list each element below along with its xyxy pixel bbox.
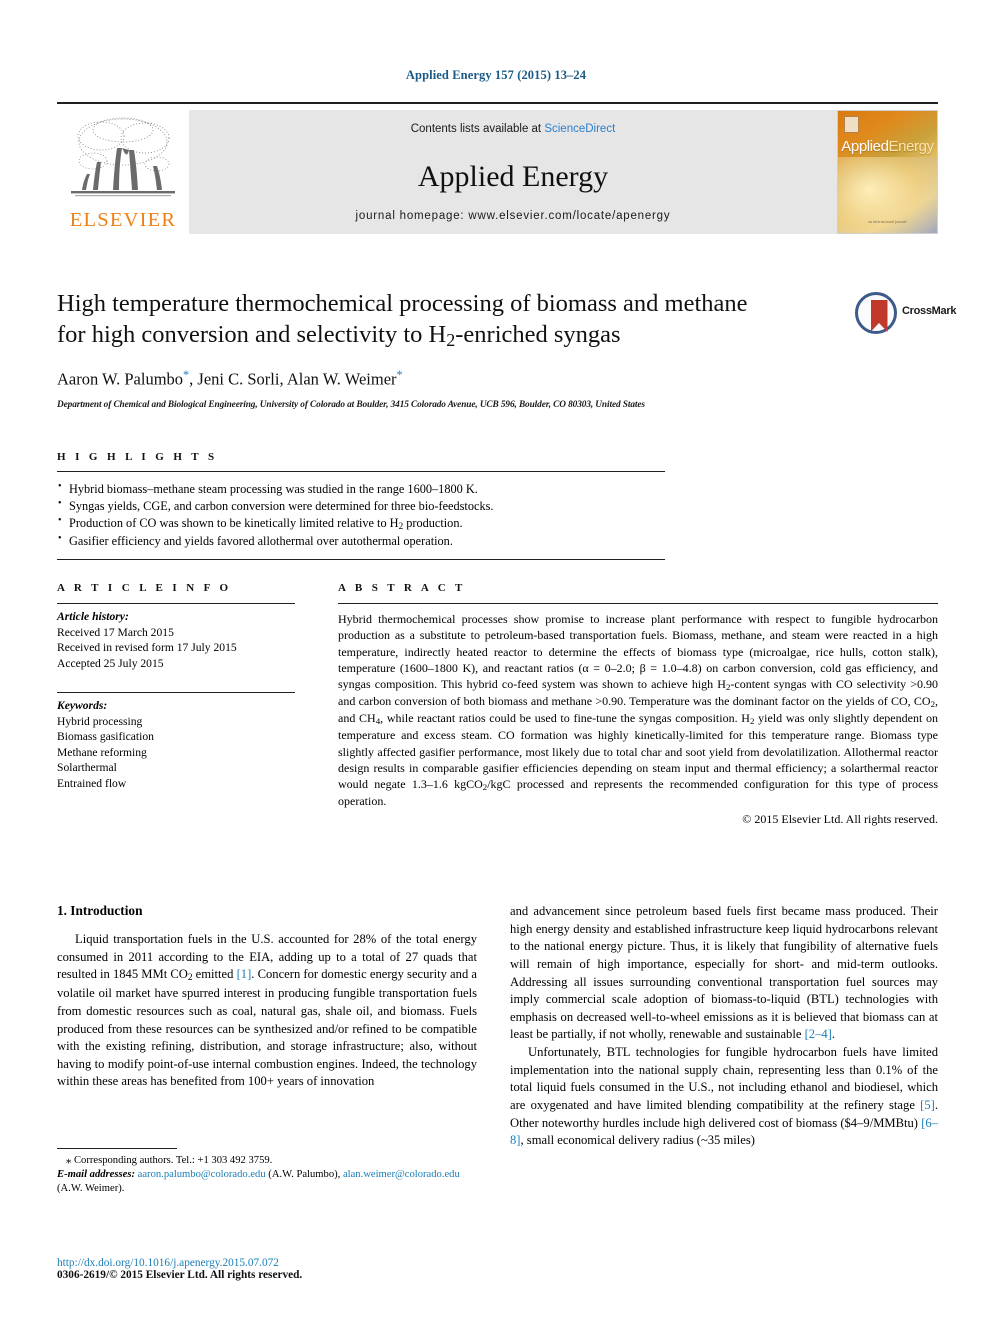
- citation-link[interactable]: [1]: [237, 967, 252, 981]
- crossmark-bookmark-icon: [870, 300, 888, 332]
- citation-link[interactable]: [2–4]: [805, 1027, 832, 1041]
- journal-title: Applied Energy: [417, 160, 609, 193]
- article-page: Applied Energy 157 (2015) 13–24 ELSEVIER…: [0, 0, 992, 1323]
- keyword-item: Biomass gasification: [57, 730, 154, 744]
- article-history-label: Article history:: [57, 610, 129, 623]
- highlights-rule-bottom: [57, 559, 665, 561]
- doi-link[interactable]: http://dx.doi.org/10.1016/j.apenergy.201…: [57, 1257, 487, 1269]
- keywords-label: Keywords:: [57, 699, 108, 713]
- elsevier-tree-icon: [71, 117, 175, 197]
- issn-copyright: 0306-2619/© 2015 Elsevier Ltd. All right…: [57, 1269, 303, 1281]
- author-1-asterisk: *: [183, 368, 190, 383]
- cover-title: AppliedEnergy: [838, 138, 937, 155]
- author-3: Alan W. Weimer: [286, 369, 397, 389]
- abstract-section: A B S T R A C T Hybrid thermochemical pr…: [338, 582, 938, 827]
- page-title: High temperature thermochemical processi…: [57, 288, 847, 352]
- history-line: Received in revised form 17 July 2015: [57, 641, 237, 655]
- paragraph: Unfortunately, BTL technologies for fung…: [510, 1044, 938, 1150]
- para-text: . Concern for domestic energy security a…: [57, 967, 477, 1089]
- contents-prefix: Contents lists available at: [410, 123, 545, 135]
- elsevier-logo: ELSEVIER: [57, 110, 189, 234]
- keyword-item: Entrained flow: [57, 776, 127, 790]
- highlights-section: H I G H L I G H T S Hybrid biomass–metha…: [57, 451, 665, 561]
- affiliation: Department of Chemical and Biological En…: [57, 399, 645, 410]
- doi-block: http://dx.doi.org/10.1016/j.apenergy.201…: [57, 1257, 487, 1281]
- para-text: , small economical delivery radius (~35 …: [520, 1133, 756, 1148]
- journal-cover-thumbnail: AppliedEnergy an international journal: [837, 110, 938, 234]
- keywords-block: Keywords: Hybrid processing Biomass gasi…: [57, 693, 295, 791]
- article-info-heading: A R T I C L E I N F O: [57, 582, 232, 594]
- highlights-heading: H I G H L I G H T S: [57, 451, 218, 463]
- cover-title-part2: Energy: [888, 138, 935, 155]
- crossmark-circle-icon: [855, 292, 897, 334]
- author-list: Aaron W. Palumbo*, Jeni C. Sorli, Alan W…: [57, 368, 403, 389]
- author-2: Jeni C. Sorli: [197, 369, 280, 389]
- title-line-1: High temperature thermochemical processi…: [57, 290, 748, 317]
- email-attr-2: (A.W. Weimer).: [57, 1183, 125, 1195]
- para-text: and advancement since petroleum based fu…: [510, 904, 938, 1042]
- para-text: Unfortunately, BTL technologies for fung…: [510, 1045, 938, 1112]
- journal-masthead: ELSEVIER Contents lists available at Sci…: [57, 102, 938, 234]
- email-note: E-mail addresses: aaron.palumbo@colorado…: [57, 1168, 477, 1196]
- masthead-center: Contents lists available at ScienceDirec…: [189, 110, 837, 234]
- keyword-item: Solarthermal: [57, 761, 117, 775]
- corresponding-author-note: ⁎ Corresponding authors. Tel.: +1 303 49…: [57, 1154, 477, 1168]
- running-head: Applied Energy 157 (2015) 13–24: [405, 68, 587, 82]
- highlight-text: Gasifier efficiency and yields favored a…: [69, 534, 453, 549]
- email-attr-1: (A.W. Palumbo),: [265, 1169, 343, 1181]
- crossmark-badge[interactable]: CrossMark: [855, 292, 956, 336]
- article-history-block: Article history: Received 17 March 2015 …: [57, 604, 295, 671]
- abstract-rights: © 2015 Elsevier Ltd. All rights reserved…: [742, 811, 938, 826]
- highlights-list: Hybrid biomass–methane steam processing …: [57, 472, 665, 552]
- email-link-2[interactable]: alan.weimer@colorado.edu: [343, 1169, 460, 1180]
- history-line: Accepted 25 July 2015: [57, 656, 164, 670]
- para-text: .: [831, 1027, 836, 1042]
- email-label: E-mail addresses:: [57, 1169, 135, 1181]
- abstract-text: Hybrid thermochemical processes show pro…: [338, 612, 939, 809]
- para-text: emitted: [192, 967, 237, 982]
- abstract-heading: A B S T R A C T: [338, 582, 466, 594]
- cover-footer-text: an international journal: [868, 220, 907, 224]
- author-3-asterisk: *: [396, 368, 403, 383]
- keyword-item: Methane reforming: [57, 745, 147, 759]
- highlight-text: Production of CO was shown to be kinetic…: [69, 516, 463, 532]
- article-info-section: A R T I C L E I N F O Article history: R…: [57, 582, 295, 791]
- corresponding-text: Corresponding authors. Tel.: +1 303 492 …: [73, 1155, 273, 1166]
- journal-homepage[interactable]: journal homepage: www.elsevier.com/locat…: [189, 210, 837, 222]
- list-item: Production of CO was shown to be kinetic…: [57, 514, 665, 533]
- citation-link[interactable]: [5]: [920, 1098, 935, 1112]
- list-item: Hybrid biomass–methane steam processing …: [57, 480, 665, 498]
- paragraph: Liquid transportation fuels in the U.S. …: [57, 931, 477, 1091]
- cover-elsevier-mark-icon: [844, 116, 859, 133]
- title-line-2a: for high conversion and selectivity to H: [57, 321, 447, 349]
- body-column-left: 1. Introduction Liquid transportation fu…: [57, 903, 477, 1091]
- highlight-text: Syngas yields, CGE, and carbon conversio…: [69, 499, 494, 514]
- title-block: High temperature thermochemical processi…: [57, 288, 847, 410]
- title-line-2b: -enriched syngas: [455, 321, 621, 349]
- cover-title-part1: Applied: [841, 138, 889, 155]
- title-subscript: 2: [446, 330, 456, 351]
- section-heading-introduction: 1. Introduction: [57, 903, 143, 918]
- email-link-1[interactable]: aaron.palumbo@colorado.edu: [138, 1169, 266, 1180]
- paragraph: and advancement since petroleum based fu…: [510, 903, 938, 1044]
- history-line: Received 17 March 2015: [57, 625, 174, 639]
- elsevier-wordmark: ELSEVIER: [69, 209, 177, 231]
- sciencedirect-link[interactable]: ScienceDirect: [544, 123, 615, 135]
- author-1: Aaron W. Palumbo: [57, 369, 184, 389]
- asterisk-marker: ⁎: [66, 1155, 72, 1166]
- contents-line: Contents lists available at ScienceDirec…: [189, 123, 837, 135]
- crossmark-label: CrossMark: [902, 305, 957, 317]
- highlight-text: Hybrid biomass–methane steam processing …: [69, 482, 478, 496]
- footnote-rule: [57, 1148, 177, 1149]
- list-item: Gasifier efficiency and yields favored a…: [57, 532, 665, 550]
- list-item: Syngas yields, CGE, and carbon conversio…: [57, 497, 665, 515]
- footnote-block: ⁎ Corresponding authors. Tel.: +1 303 49…: [57, 1148, 477, 1196]
- keyword-item: Hybrid processing: [57, 714, 143, 728]
- body-column-right: and advancement since petroleum based fu…: [510, 903, 938, 1150]
